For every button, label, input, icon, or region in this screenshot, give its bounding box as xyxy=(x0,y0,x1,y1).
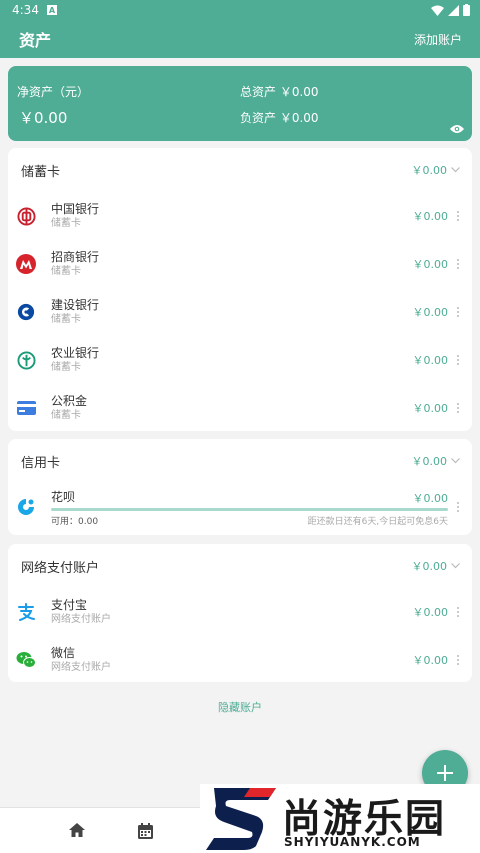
account-amount: ￥0.00 xyxy=(412,606,449,619)
abc-icon xyxy=(16,350,36,370)
section-header[interactable]: 储蓄卡 ￥0.00 xyxy=(8,148,472,192)
ccb-icon xyxy=(16,302,36,322)
section-total-wrap: ￥0.00 xyxy=(412,453,461,469)
account-type: 储蓄卡 xyxy=(51,410,81,421)
chevron-down-icon xyxy=(451,563,460,569)
section-total: ￥0.00 xyxy=(411,560,448,573)
account-name: 招商银行 xyxy=(51,250,100,264)
more-vert-icon[interactable] xyxy=(456,655,460,665)
account-row[interactable]: 建设银行 储蓄卡 ￥0.00 xyxy=(8,288,472,336)
credit-usage-bar xyxy=(51,508,448,511)
more-vert-icon[interactable] xyxy=(456,502,460,512)
account-amount: ￥0.00 xyxy=(412,492,449,505)
account-name: 公积金 xyxy=(51,394,88,408)
more-vert-icon[interactable] xyxy=(456,211,460,221)
account-row[interactable]: 招商银行 储蓄卡 ￥0.00 xyxy=(8,240,472,288)
calendar-icon[interactable] xyxy=(138,823,153,839)
net-assets-label: 净资产（元） xyxy=(17,85,90,99)
section-header[interactable]: 信用卡 ￥0.00 xyxy=(8,439,472,483)
chevron-down-icon xyxy=(451,167,460,173)
notification-badge: A xyxy=(46,5,57,15)
net-assets-value: ￥0.00 xyxy=(19,109,68,127)
account-type: 储蓄卡 xyxy=(51,314,81,325)
account-amount: ￥0.00 xyxy=(412,210,449,223)
account-name: 支付宝 xyxy=(51,598,88,612)
section-title: 信用卡 xyxy=(21,455,61,471)
section-total: ￥0.00 xyxy=(411,164,448,177)
account-name: 建设银行 xyxy=(51,298,100,312)
credit-card-section: 信用卡 ￥0.00 花呗 ￥0.00 可用：0.00 距还款日还有6天,今日起可… xyxy=(8,439,472,535)
negative-assets: 负资产 ￥0.00 xyxy=(240,111,319,125)
more-vert-icon[interactable] xyxy=(456,307,460,317)
account-type: 储蓄卡 xyxy=(51,362,81,373)
battery-icon xyxy=(463,4,470,16)
more-vert-icon[interactable] xyxy=(456,259,460,269)
plus-icon xyxy=(437,765,453,781)
section-total: ￥0.00 xyxy=(411,455,448,468)
page-title: 资产 xyxy=(19,31,52,50)
status-bar: 4:34 A xyxy=(0,0,480,20)
account-name: 农业银行 xyxy=(51,346,100,360)
account-type: 储蓄卡 xyxy=(51,266,81,277)
add-account-button[interactable]: 添加账户 xyxy=(414,31,462,48)
section-total-wrap: ￥0.00 xyxy=(412,162,461,178)
account-amount: ￥0.00 xyxy=(412,402,449,415)
account-amount: ￥0.00 xyxy=(412,306,449,319)
card-icon xyxy=(16,398,36,418)
more-vert-icon[interactable] xyxy=(456,607,460,617)
available-credit: 可用：0.00 xyxy=(51,517,99,527)
account-row[interactable]: 支付宝 网络支付账户 ￥0.00 xyxy=(8,588,472,636)
section-header[interactable]: 网络支付账户 ￥0.00 xyxy=(8,544,472,588)
watermark-url: SHYIYUANYK.COM xyxy=(284,835,421,849)
huabei-icon xyxy=(16,497,36,517)
online-payment-section: 网络支付账户 ￥0.00 支付宝 网络支付账户 ￥0.00 微信 网络支付账户 … xyxy=(8,544,472,682)
repayment-note: 距还款日还有6天,今日起可免息6天 xyxy=(307,517,448,527)
account-name: 微信 xyxy=(51,646,76,660)
section-title: 网络支付账户 xyxy=(21,560,100,576)
more-vert-icon[interactable] xyxy=(456,403,460,413)
watermark-logo-icon xyxy=(206,788,276,850)
wechat-icon xyxy=(16,650,36,670)
home-icon[interactable] xyxy=(69,823,85,837)
debit-card-section: 储蓄卡 ￥0.00 中国银行 储蓄卡 ￥0.00 招商银行 储蓄卡 ￥0.00 xyxy=(8,148,472,431)
chevron-down-icon xyxy=(451,458,460,464)
account-type: 网络支付账户 xyxy=(51,662,111,673)
account-row[interactable]: 公积金 储蓄卡 ￥0.00 xyxy=(8,384,472,432)
app-bar: 资产 添加账户 xyxy=(0,20,480,58)
account-type: 储蓄卡 xyxy=(51,218,81,229)
account-name: 花呗 xyxy=(51,490,76,504)
account-row[interactable]: 微信 网络支付账户 ￥0.00 xyxy=(8,636,472,684)
asset-summary-card: 净资产（元） ￥0.00 总资产 ￥0.00 负资产 ￥0.00 xyxy=(8,66,472,141)
account-row[interactable]: 农业银行 储蓄卡 ￥0.00 xyxy=(8,336,472,384)
hide-accounts-link[interactable]: 隐藏账户 xyxy=(0,699,480,715)
account-name: 中国银行 xyxy=(51,202,100,216)
status-time: 4:34 xyxy=(12,3,39,17)
section-total-wrap: ￥0.00 xyxy=(412,558,461,574)
cmb-icon xyxy=(16,254,36,274)
account-amount: ￥0.00 xyxy=(412,354,449,367)
wifi-icon xyxy=(431,5,444,16)
watermark: 尚游乐园 SHYIYUANYK.COM xyxy=(200,784,480,853)
huabei-details: 花呗 ￥0.00 可用：0.00 距还款日还有6天,今日起可免息6天 xyxy=(51,486,448,528)
account-amount: ￥0.00 xyxy=(412,654,449,667)
signal-icon xyxy=(448,4,459,16)
section-title: 储蓄卡 xyxy=(21,164,61,180)
account-row-huabei[interactable]: 花呗 ￥0.00 可用：0.00 距还款日还有6天,今日起可免息6天 xyxy=(8,483,472,529)
account-amount: ￥0.00 xyxy=(412,258,449,271)
account-row[interactable]: 中国银行 储蓄卡 ￥0.00 xyxy=(8,192,472,240)
eye-icon[interactable] xyxy=(450,124,464,134)
total-assets: 总资产 ￥0.00 xyxy=(240,85,319,99)
bank-of-china-icon xyxy=(16,206,36,226)
account-type: 网络支付账户 xyxy=(51,614,111,625)
more-vert-icon[interactable] xyxy=(456,355,460,365)
alipay-icon xyxy=(16,602,36,622)
